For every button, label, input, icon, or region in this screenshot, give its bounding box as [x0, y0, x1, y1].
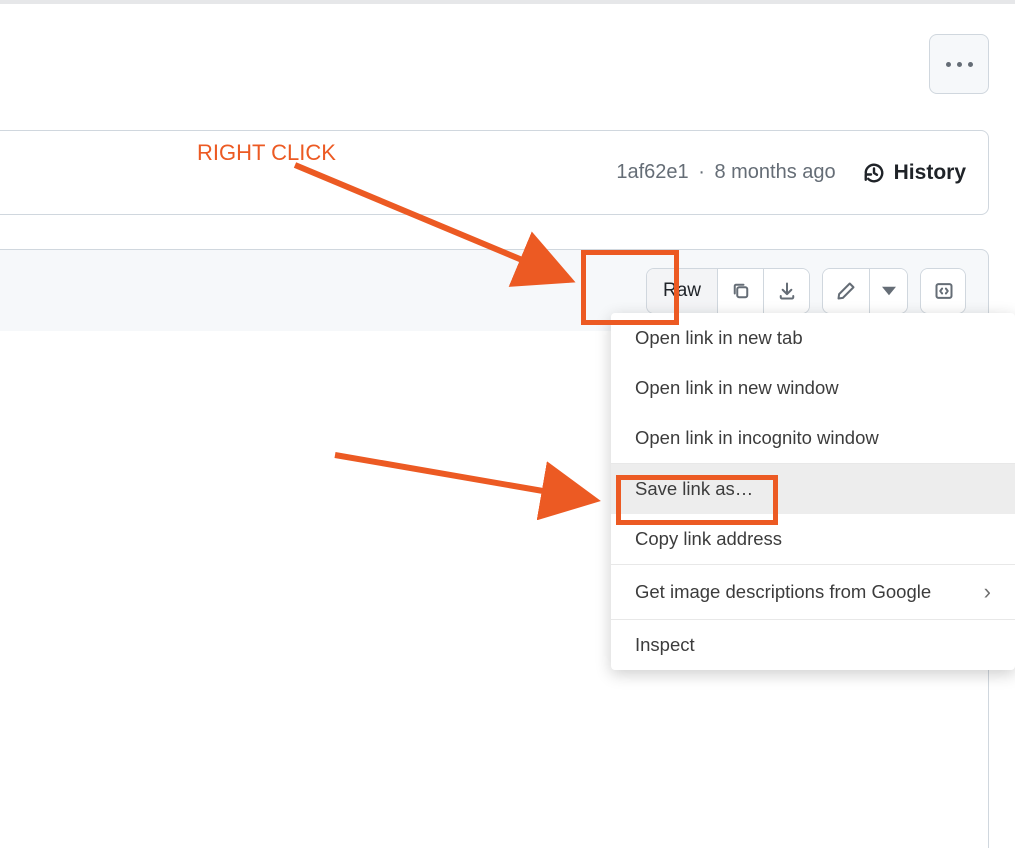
download-button[interactable] [763, 269, 809, 313]
commit-history-bar: 1af62e1 · 8 months ago History [0, 130, 989, 215]
ctx-item-label: Copy link address [635, 528, 782, 550]
commit-meta: 1af62e1 · 8 months ago [616, 161, 835, 184]
separator-dot: · [698, 161, 705, 183]
edit-button[interactable] [823, 269, 869, 313]
context-menu: Open link in new tab Open link in new wi… [611, 313, 1015, 670]
history-label: History [894, 161, 966, 185]
chevron-right-icon: › [984, 579, 991, 605]
ctx-inspect[interactable]: Inspect [611, 620, 1015, 670]
raw-button[interactable]: Raw [647, 269, 717, 313]
history-icon [862, 161, 886, 185]
ctx-copy-link-address[interactable]: Copy link address [611, 514, 1015, 564]
ctx-item-label: Get image descriptions from Google [635, 581, 931, 603]
symbols-button[interactable] [921, 269, 966, 313]
ctx-item-label: Inspect [635, 634, 695, 656]
edit-group [822, 268, 908, 314]
copy-button[interactable] [717, 269, 763, 313]
annotation-arrow-to-save [330, 445, 620, 520]
annotation-right-click-label: RIGHT CLICK [197, 140, 336, 166]
ctx-open-new-window[interactable]: Open link in new window [611, 363, 1015, 413]
ctx-save-link-as[interactable]: Save link as… [611, 464, 1015, 514]
ctx-open-new-tab[interactable]: Open link in new tab [611, 313, 1015, 363]
edit-dropdown-button[interactable] [869, 269, 907, 313]
ctx-open-incognito[interactable]: Open link in incognito window [611, 413, 1015, 463]
symbols-group [920, 268, 966, 314]
ctx-item-label: Open link in incognito window [635, 427, 879, 449]
raw-copy-download-group: Raw [646, 268, 810, 314]
ctx-item-label: Open link in new tab [635, 327, 803, 349]
caret-down-icon [882, 284, 896, 298]
more-options-button[interactable] [929, 34, 989, 94]
pencil-icon [836, 281, 856, 301]
commit-sha[interactable]: 1af62e1 [616, 161, 688, 183]
code-brackets-icon [934, 281, 954, 301]
commit-age: 8 months ago [714, 161, 835, 183]
ctx-item-label: Save link as… [635, 478, 753, 500]
history-button[interactable]: History [862, 161, 966, 185]
download-icon [777, 281, 797, 301]
page-top-divider [0, 0, 1015, 4]
ctx-item-label: Open link in new window [635, 377, 839, 399]
copy-icon [731, 281, 751, 301]
ctx-image-descriptions[interactable]: Get image descriptions from Google › [611, 565, 1015, 619]
